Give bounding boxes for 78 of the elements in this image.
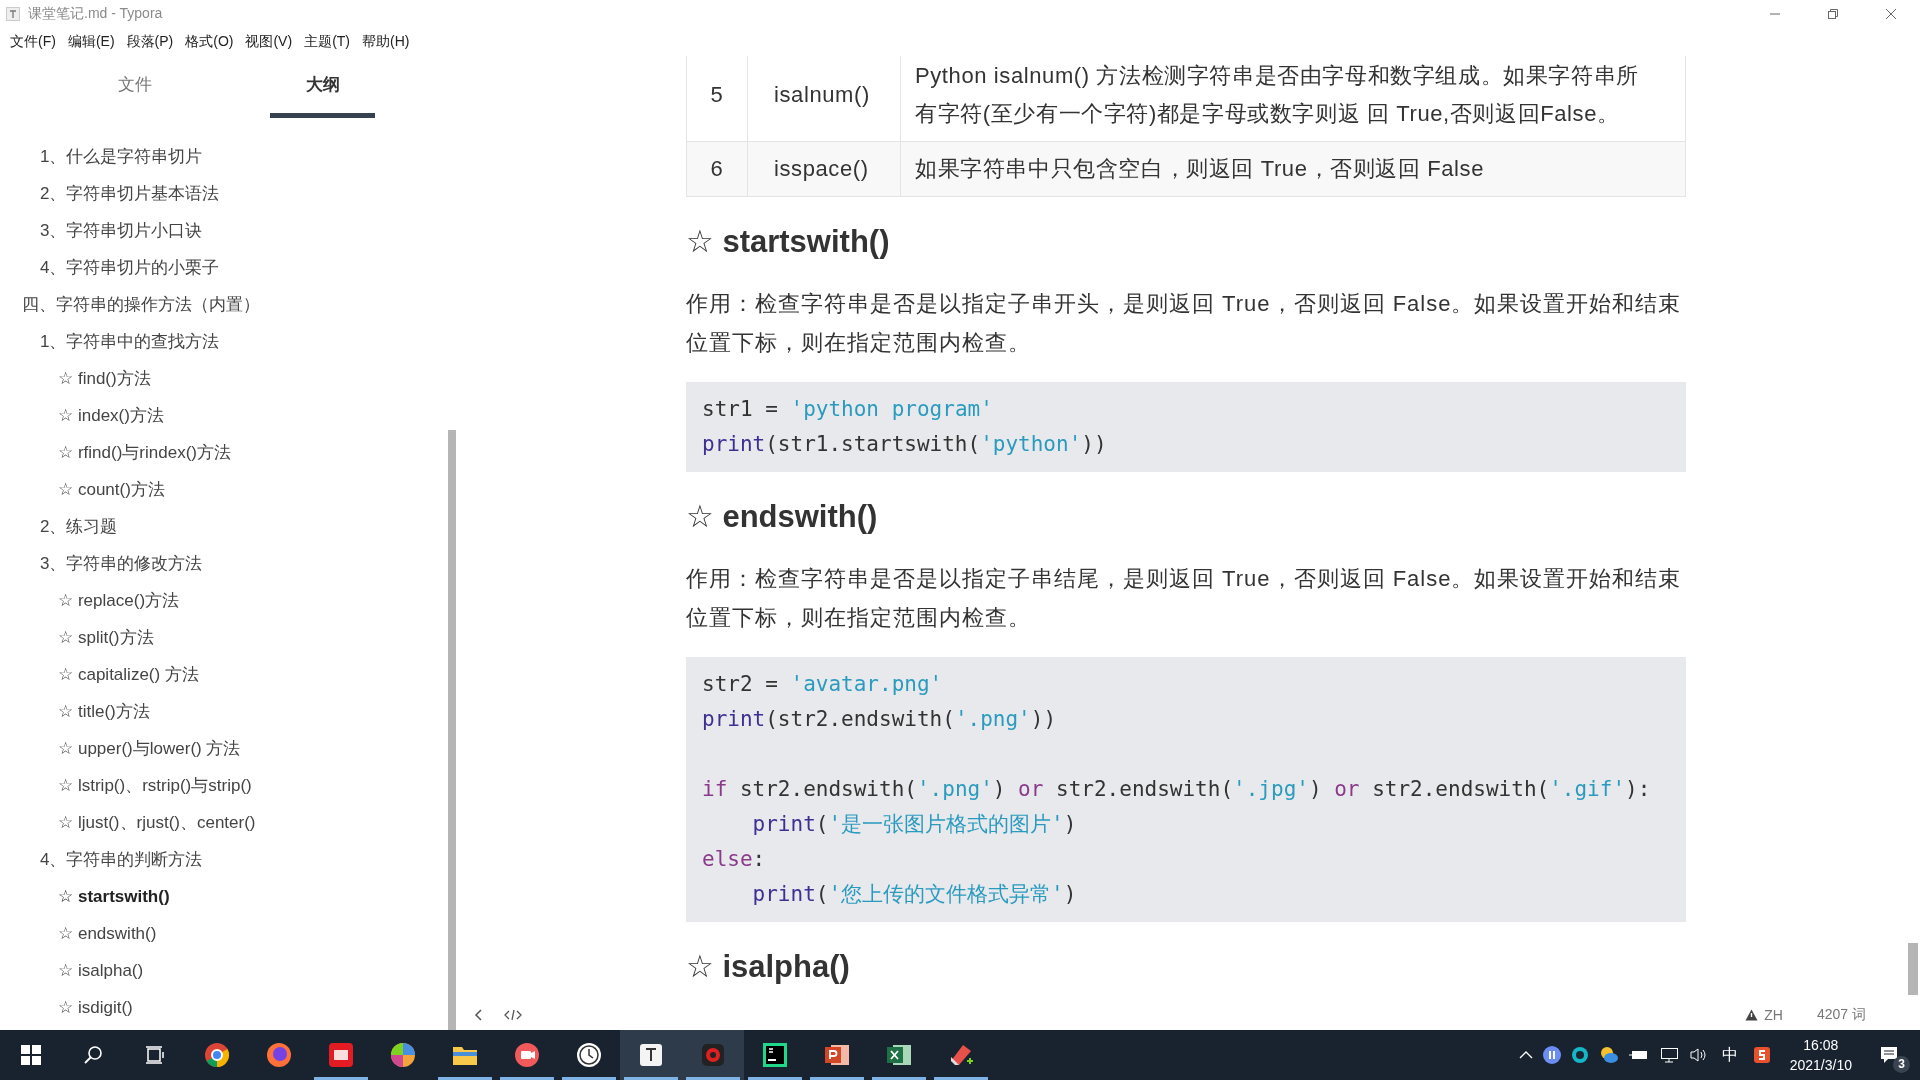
table-cell: 6 [686, 141, 748, 197]
scrollbar-thumb[interactable] [448, 430, 456, 1030]
app-icon[interactable] [389, 1041, 417, 1069]
outline-item[interactable]: ☆ capitalize() 方法 [0, 656, 460, 693]
outline-item[interactable]: 四、字符串的操作方法（内置） [0, 286, 460, 323]
language-indicator[interactable]: ZH [1764, 1007, 1783, 1023]
app-icon[interactable] [203, 1041, 231, 1069]
outline-item[interactable]: ☆ lstrip()、rstrip()与strip() [0, 767, 460, 804]
code-line: print(str2.endswith('.png')) [702, 706, 1058, 733]
app-icon[interactable] [513, 1041, 541, 1069]
code-line: str1 = 'python program' [702, 396, 994, 423]
app-icon[interactable] [327, 1041, 355, 1069]
sidebar-tab[interactable]: 大纲 [270, 56, 375, 118]
menu-item[interactable]: 格式(O) [179, 33, 240, 51]
outline-item[interactable]: ☆ title()方法 [0, 693, 460, 730]
outline-item[interactable]: ☆ ljust()、rjust()、center() [0, 804, 460, 841]
outline-item[interactable]: ☆ isalpha() [0, 952, 460, 989]
outline-item[interactable]: ☆ count()方法 [0, 471, 460, 508]
table-cell: isspace() [747, 141, 901, 197]
close-icon[interactable] [1885, 8, 1897, 20]
menu-item[interactable]: 编辑(E) [61, 33, 121, 51]
app-icon[interactable] [575, 1041, 603, 1069]
outline-item[interactable]: ☆ find()方法 [0, 360, 460, 397]
outline-item[interactable]: ☆ endswith() [0, 915, 460, 952]
source-code-icon[interactable] [504, 1009, 522, 1021]
outline-item[interactable]: 3、字符串的修改方法 [0, 545, 460, 582]
outline-item[interactable]: 1、字符串中的查找方法 [0, 323, 460, 360]
paragraph: 作用：检查字符串是否是以指定子串结尾，是则返回 True，否则返回 False。如果设置开始和结束位置下标，则在指定范围内检查。 [686, 565, 1683, 632]
code-line: print(str1.startswith('python')) [702, 431, 1108, 458]
paragraph: 作用：检查字符串是否是以指定子串开头，是则返回 True，否则返回 False。如果设置开始和结束位置下标，则在指定范围内检查。 [686, 290, 1683, 357]
code-line: str2 = 'avatar.png' [702, 671, 944, 698]
outline-item[interactable]: 2、练习题 [0, 508, 460, 545]
input-method-indicator[interactable]: 中 [1711, 1044, 1748, 1066]
window-title: 课堂笔记.md - Typora [28, 5, 163, 23]
app-icon[interactable] [637, 1041, 665, 1069]
restore-icon[interactable] [1827, 8, 1839, 20]
menu-item[interactable]: 主题(T) [298, 33, 356, 51]
table-cell: 如果字符串中只包含空白，则返回 True，否则返回 False [900, 141, 1686, 197]
outline-item[interactable]: ☆ startswith() [0, 878, 460, 915]
section-heading: ☆ isalpha() [686, 948, 851, 985]
outline-item[interactable]: 4、字符串切片的小栗子 [0, 249, 460, 286]
table-cell: Python isalnum() 方法检测字符串是否由字母和数字组成。如果字符串所有字符(至少有一个字符)都是字母或数字则返 回 True,否则返回False。 [900, 56, 1686, 142]
outline-item[interactable]: 3、字符串切片小口诀 [0, 212, 460, 249]
notification-badge: 3 [1893, 1056, 1910, 1073]
outline-item[interactable]: ☆ replace()方法 [0, 582, 460, 619]
outline-item[interactable]: ☆ split()方法 [0, 619, 460, 656]
outline-item[interactable]: ☆ isdigit() [0, 989, 460, 1026]
table-cell: isalnum() [747, 56, 901, 142]
outline-item[interactable]: ☆ rfind()与rindex()方法 [0, 434, 460, 471]
menu-item[interactable]: 文件(F) [4, 33, 62, 51]
code-line: print('是一张图片格式的图片') [751, 811, 1078, 838]
section-heading: ☆ startswith() [686, 223, 891, 260]
word-count[interactable]: 4207 词 [1816, 1006, 1866, 1024]
outline-item[interactable]: 1、什么是字符串切片 [0, 138, 460, 175]
menu-item[interactable]: 段落(P) [120, 33, 180, 51]
notification-icon[interactable]: 3 [1870, 1035, 1910, 1075]
table-cell: 5 [686, 56, 748, 142]
app-icon[interactable] [265, 1041, 293, 1069]
sidebar-tab[interactable]: 文件 [40, 56, 230, 118]
outline-item[interactable]: 2、字符串切片基本语法 [0, 175, 460, 212]
clock-date[interactable]: 2021/3/10 [1789, 1055, 1852, 1075]
outline-item[interactable]: 4、字符串的判断方法 [0, 841, 460, 878]
outline-item[interactable]: ☆ upper()与lower() 方法 [0, 730, 460, 767]
code-line: else: [702, 846, 767, 873]
taskbar-app[interactable] [620, 1030, 682, 1080]
warning-icon[interactable] [1745, 1009, 1759, 1021]
code-line: print('您上传的文件格式异常') [751, 881, 1078, 908]
menu-item[interactable]: 帮助(H) [356, 33, 416, 51]
code-line: if str2.endswith('.png') or str2.endswith('.jpg') or str2.endswith('.gif'): [702, 776, 1652, 803]
clock-time[interactable]: 16:08 [1803, 1035, 1839, 1055]
section-heading: ☆ endswith() [686, 498, 879, 535]
app-icon [6, 7, 20, 21]
app-icon[interactable] [761, 1041, 789, 1069]
taskbar-app[interactable] [682, 1030, 744, 1080]
outline-item[interactable]: ☆ index()方法 [0, 397, 460, 434]
menu-item[interactable]: 视图(V) [239, 33, 299, 51]
scrollbar-thumb[interactable] [1908, 943, 1918, 995]
back-icon[interactable] [474, 1009, 484, 1021]
